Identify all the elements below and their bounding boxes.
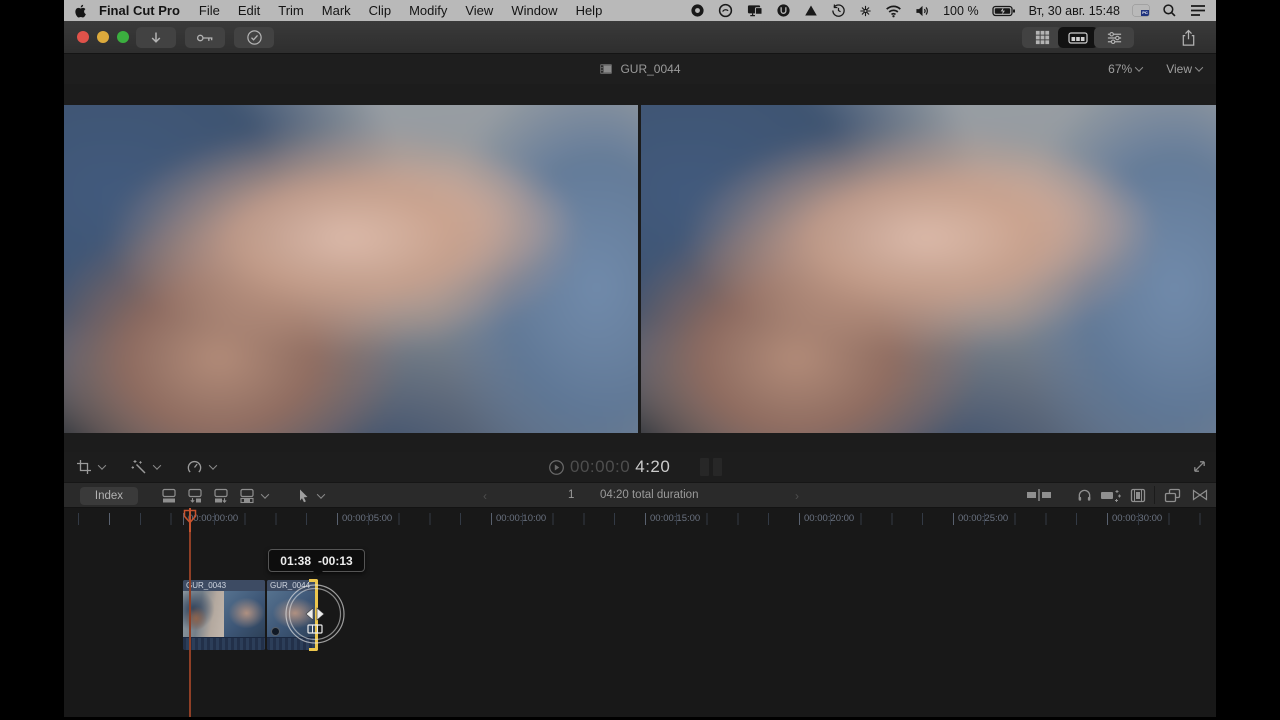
spotlight-search-icon[interactable]: [1162, 3, 1177, 18]
battery-percent-label: 100 %: [943, 4, 978, 18]
time-machine-icon[interactable]: [831, 3, 846, 18]
clip-name-label: GUR_0043: [183, 580, 265, 591]
trim-timecode: 01:38: [280, 554, 311, 568]
video-frame-image: [641, 105, 1216, 433]
menu-trim[interactable]: Trim: [269, 3, 313, 18]
menu-file[interactable]: File: [190, 3, 229, 18]
timeline-area: 00:00:00:00 00:00:05:00 00:00:10:00 00:0…: [64, 508, 1216, 717]
enhancements-wand-button[interactable]: [131, 459, 147, 475]
utorrent-icon[interactable]: [776, 3, 791, 18]
window-controls: [77, 31, 129, 43]
next-arrow[interactable]: ›: [795, 489, 799, 503]
total-duration-label: 04:20 total duration: [600, 489, 698, 501]
app-toolbar: [64, 21, 1216, 54]
show-timeline-button[interactable]: [1058, 27, 1098, 48]
import-media-button[interactable]: [136, 27, 176, 48]
viewer-zoom-select[interactable]: 67%: [1108, 62, 1142, 76]
menu-app-name[interactable]: Final Cut Pro: [89, 3, 190, 18]
clip-film-icon: [599, 63, 613, 75]
fcp-window: Final Cut Pro File Edit Trim Mark Clip M…: [64, 0, 1216, 717]
viewer-view-label: View: [1166, 62, 1192, 76]
viewer-frame-left[interactable]: [64, 105, 638, 433]
viewer-titlebar: GUR_0044 67% View: [64, 54, 1216, 84]
playhead-marker-icon[interactable]: [183, 509, 197, 525]
chevron-down-icon: [1195, 63, 1203, 71]
prev-arrow[interactable]: ‹: [483, 489, 487, 503]
trim-duration-tooltip: 01:38 -00:13: [268, 549, 365, 572]
clock-label[interactable]: Вт, 30 авг. 15:48: [1029, 4, 1120, 18]
show-inspector-button[interactable]: [1094, 27, 1134, 48]
chevron-down-icon[interactable]: [209, 461, 217, 469]
creative-cloud-icon[interactable]: [718, 3, 733, 18]
zoom-window-button[interactable]: [117, 31, 129, 43]
trim-cursor-icon: [283, 582, 347, 646]
position-number: 1: [568, 489, 574, 501]
menu-modify[interactable]: Modify: [400, 3, 456, 18]
expand-timeline-icon[interactable]: [1192, 459, 1207, 474]
tracker-status-icon[interactable]: [859, 4, 872, 18]
timecode-display: 00:00:04:20: [548, 452, 670, 482]
viewer-frame-right[interactable]: [641, 105, 1216, 433]
menu-bar: Final Cut Pro File Edit Trim Mark Clip M…: [64, 0, 1216, 21]
menu-mark[interactable]: Mark: [313, 3, 360, 18]
divider: [1154, 486, 1155, 504]
viewer-area: [64, 84, 1216, 452]
ruler-label: 00:00:20:00: [804, 513, 854, 524]
keyword-editor-button[interactable]: [185, 27, 225, 48]
volume-icon[interactable]: [915, 4, 930, 18]
menu-view[interactable]: View: [456, 3, 502, 18]
record-status-icon[interactable]: [690, 3, 705, 18]
solo-headphones-button[interactable]: [1077, 488, 1092, 503]
show-browser-button[interactable]: [1022, 27, 1062, 48]
ruler-label: 00:00:10:00: [496, 513, 546, 524]
audio-meters[interactable]: [700, 458, 722, 476]
notification-list-icon[interactable]: [1190, 4, 1206, 17]
trim-delta: -00:13: [318, 554, 353, 568]
triangle-status-icon[interactable]: [804, 4, 818, 17]
ruler-label: 00:00:30:00: [1112, 513, 1162, 524]
timecode-prefix: 00:00:0: [570, 457, 630, 477]
wifi-icon[interactable]: [885, 4, 902, 18]
clip-audio-waveform: [183, 637, 265, 650]
audio-video-clip-icon[interactable]: [1130, 488, 1146, 503]
menu-window[interactable]: Window: [502, 3, 566, 18]
transport-bar: 00:00:04:20: [64, 452, 1216, 482]
playhead[interactable]: [189, 508, 191, 717]
timeline-ruler[interactable]: 00:00:00:00 00:00:05:00 00:00:10:00 00:0…: [64, 508, 1216, 530]
ruler-label: 00:00:15:00: [650, 513, 700, 524]
timecode-value: 4:20: [635, 457, 670, 477]
menu-edit[interactable]: Edit: [229, 3, 269, 18]
skimming-toggle-button[interactable]: [1100, 488, 1122, 503]
viewer-view-select[interactable]: View: [1166, 62, 1202, 76]
ruler-label: 00:00:05:00: [342, 513, 392, 524]
background-tasks-button[interactable]: [234, 27, 274, 48]
timeline-index-bar: Index ‹ 1 04:20 total duration ›: [64, 482, 1216, 508]
clip-effect-badge: [271, 627, 280, 636]
bowtie-transition-icon[interactable]: [1192, 488, 1208, 502]
clip-thumbnail: [224, 591, 265, 637]
share-button[interactable]: [1168, 27, 1208, 48]
viewer-clip-title: GUR_0044: [620, 62, 680, 76]
menu-help[interactable]: Help: [567, 3, 612, 18]
chevron-down-icon: [1135, 63, 1143, 71]
apple-menu-icon[interactable]: [74, 3, 89, 19]
trim-toggle-button[interactable]: [1026, 488, 1052, 502]
input-language-flag-icon[interactable]: PC: [1133, 5, 1149, 16]
timeline-clip-gur0043[interactable]: GUR_0043: [183, 580, 265, 650]
chevron-down-icon[interactable]: [98, 461, 106, 469]
battery-icon[interactable]: [992, 4, 1016, 18]
close-window-button[interactable]: [77, 31, 89, 43]
minimize-window-button[interactable]: [97, 31, 109, 43]
retime-button[interactable]: [186, 459, 203, 476]
play-circle-icon[interactable]: [548, 459, 565, 476]
ruler-label: 00:00:25:00: [958, 513, 1008, 524]
viewer-zoom-value: 67%: [1108, 62, 1132, 76]
crop-tool-button[interactable]: [76, 459, 92, 475]
video-frame-image: [64, 105, 638, 433]
chevron-down-icon[interactable]: [153, 461, 161, 469]
display-icon[interactable]: [746, 3, 763, 18]
duplicate-timeline-button[interactable]: [1164, 488, 1181, 503]
menu-clip[interactable]: Clip: [360, 3, 400, 18]
